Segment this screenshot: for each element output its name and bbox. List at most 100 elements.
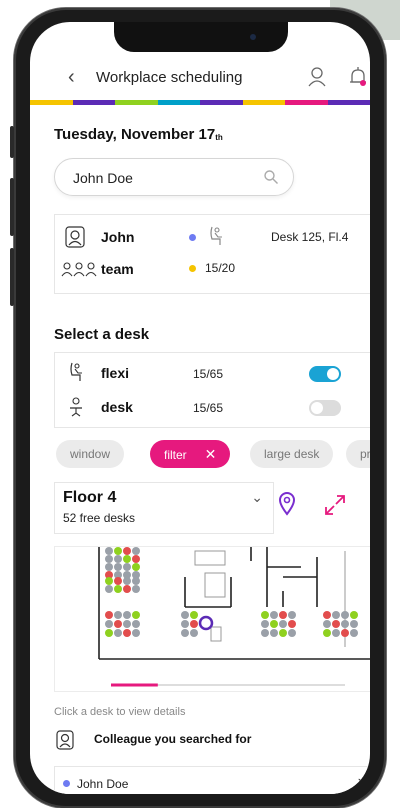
desk-marker[interactable] xyxy=(123,629,131,637)
chip-window[interactable]: window xyxy=(56,440,125,468)
desk-marker[interactable] xyxy=(190,620,198,628)
desk-marker[interactable] xyxy=(279,629,287,637)
desk-marker[interactable] xyxy=(114,555,122,563)
desk-marker[interactable] xyxy=(261,620,269,628)
desk-marker[interactable] xyxy=(132,577,140,585)
app-screen: ‹ Workplace scheduling Tuesday, November… xyxy=(30,22,370,794)
desk-marker[interactable] xyxy=(270,611,278,619)
desk-marker[interactable] xyxy=(114,577,122,585)
desk-marker[interactable] xyxy=(279,620,287,628)
desk-marker[interactable] xyxy=(288,629,296,637)
desk-marker[interactable] xyxy=(105,629,113,637)
desk-marker[interactable] xyxy=(323,629,331,637)
search-icon[interactable] xyxy=(263,169,279,185)
desk-marker[interactable] xyxy=(190,611,198,619)
back-icon[interactable]: ‹ xyxy=(68,66,75,89)
desk-marker[interactable] xyxy=(270,620,278,628)
desk-marker[interactable] xyxy=(123,620,131,628)
colleague-row[interactable]: John Doe › xyxy=(54,766,370,794)
chip-filter[interactable]: filter ✕ xyxy=(150,440,231,468)
desk-marker[interactable] xyxy=(114,547,122,555)
desk-marker[interactable] xyxy=(350,620,358,628)
app-header: ‹ Workplace scheduling xyxy=(30,62,370,96)
desk-marker[interactable] xyxy=(123,563,131,571)
desk-marker[interactable] xyxy=(114,611,122,619)
desk-location: Desk 125, Fl.4 xyxy=(271,230,349,244)
toggle-knob xyxy=(327,368,339,380)
floor-plan[interactable] xyxy=(55,547,370,692)
desk-marker[interactable] xyxy=(132,629,140,637)
desk-marker[interactable] xyxy=(332,629,340,637)
desk-marker[interactable] xyxy=(105,547,113,555)
desk-marker[interactable] xyxy=(279,611,287,619)
type-count-desk: 15/65 xyxy=(193,401,224,415)
filter-chips: window filter ✕ large desk printer xyxy=(54,440,370,470)
chevron-down-icon: ⌄ xyxy=(251,489,263,505)
desk-marker[interactable] xyxy=(114,629,122,637)
desk-marker[interactable] xyxy=(105,585,113,593)
notch xyxy=(114,22,288,52)
desk-marker[interactable] xyxy=(341,611,349,619)
desk-marker[interactable] xyxy=(114,620,122,628)
stripe-segment xyxy=(30,100,73,105)
desk-marker[interactable] xyxy=(181,620,189,628)
desk-marker[interactable] xyxy=(288,611,296,619)
desk-marker[interactable] xyxy=(105,620,113,628)
desk-marker[interactable] xyxy=(132,547,140,555)
desk-marker[interactable] xyxy=(350,611,358,619)
desk-marker[interactable] xyxy=(132,555,140,563)
desk-marker[interactable] xyxy=(105,555,113,563)
desk-marker[interactable] xyxy=(114,585,122,593)
person-card[interactable]: John Desk 125, Fl.4 team 15/20 xyxy=(54,214,370,294)
desk-marker[interactable] xyxy=(261,611,269,619)
desk-marker[interactable] xyxy=(123,577,131,585)
desk-toggle[interactable] xyxy=(309,400,341,416)
close-icon[interactable]: ✕ xyxy=(205,446,217,462)
desk-marker[interactable] xyxy=(190,629,198,637)
desk-marker[interactable] xyxy=(332,611,340,619)
volume-up-button xyxy=(10,178,14,236)
desk-marker[interactable] xyxy=(288,620,296,628)
date-heading: Tuesday, November 17th xyxy=(54,126,223,143)
chip-label: printer xyxy=(360,447,370,461)
flexi-toggle[interactable] xyxy=(309,366,341,382)
user-icon[interactable] xyxy=(307,66,327,88)
desk-marker[interactable] xyxy=(341,620,349,628)
desk-marker[interactable] xyxy=(270,629,278,637)
bell-icon[interactable] xyxy=(348,66,368,88)
desk-marker[interactable] xyxy=(181,611,189,619)
desk-marker[interactable] xyxy=(105,611,113,619)
desk-marker[interactable] xyxy=(332,620,340,628)
desk-marker[interactable] xyxy=(105,577,113,585)
desk-marker[interactable] xyxy=(132,620,140,628)
desk-marker[interactable] xyxy=(132,563,140,571)
chip-large-desk[interactable]: large desk xyxy=(250,440,334,468)
desk-marker[interactable] xyxy=(341,629,349,637)
desk-marker[interactable] xyxy=(123,547,131,555)
desk-marker[interactable] xyxy=(261,629,269,637)
location-pin-icon[interactable] xyxy=(278,492,296,516)
free-desks-count: 52 free desks xyxy=(63,511,136,525)
desk-marker[interactable] xyxy=(350,629,358,637)
desk-marker[interactable] xyxy=(105,563,113,571)
desk-marker[interactable] xyxy=(123,611,131,619)
desk-marker[interactable] xyxy=(114,563,122,571)
desk-marker[interactable] xyxy=(323,620,331,628)
desk-marker[interactable] xyxy=(323,611,331,619)
expand-icon[interactable] xyxy=(324,494,346,516)
chip-label: window xyxy=(70,447,111,461)
desk-marker[interactable] xyxy=(181,629,189,637)
desk-marker[interactable] xyxy=(123,585,131,593)
desk-marker[interactable] xyxy=(132,611,140,619)
person-name: John xyxy=(101,229,135,245)
team-count: 15/20 xyxy=(205,261,236,275)
status-dot-blue xyxy=(63,780,70,787)
search-input[interactable]: John Doe xyxy=(54,158,294,196)
floor-map[interactable] xyxy=(54,546,370,692)
floor-selector[interactable]: Floor 4 52 free desks ⌄ xyxy=(54,482,274,534)
desk-marker[interactable] xyxy=(123,555,131,563)
chip-printer[interactable]: printer xyxy=(346,440,370,468)
type-label-flexi: flexi xyxy=(101,365,130,381)
selected-desk[interactable] xyxy=(198,615,214,631)
desk-marker[interactable] xyxy=(132,585,140,593)
